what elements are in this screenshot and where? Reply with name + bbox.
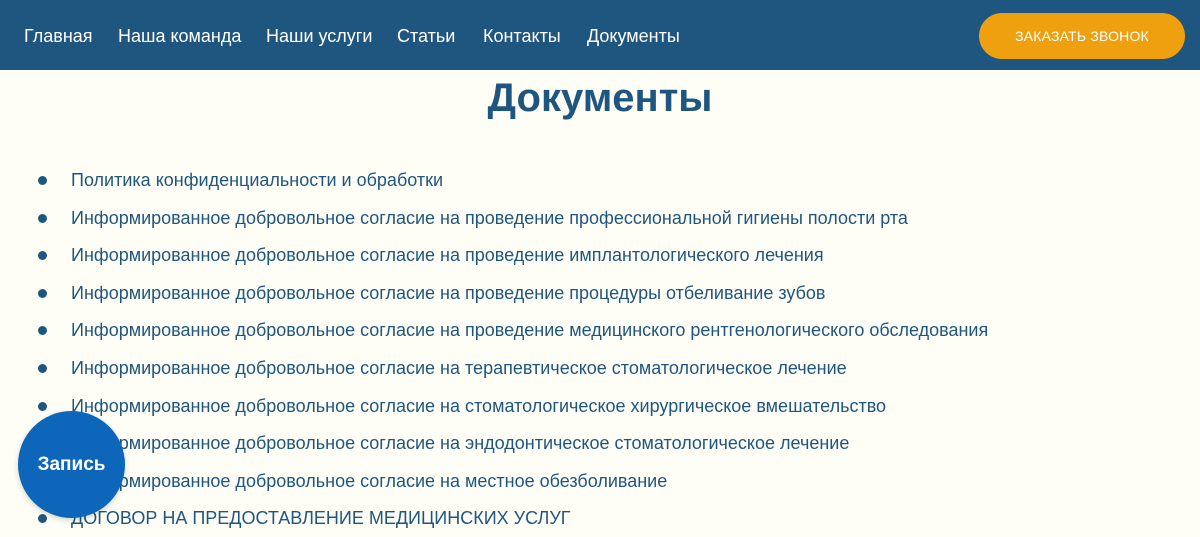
nav-articles[interactable]: Статьи [397,25,455,47]
document-link-surgery-consent[interactable]: Информированное добровольное согласие на… [71,395,886,417]
bullet-dot [38,326,47,336]
document-link-anesthesia-consent[interactable]: Информированное добровольное согласие на… [71,470,667,492]
document-link-implant-consent[interactable]: Информированное добровольное согласие на… [71,244,824,266]
document-link-endodontic-consent[interactable]: Информированное добровольное согласие на… [71,432,849,454]
order-call-button[interactable]: ЗАКАЗАТЬ ЗВОНОК [979,13,1185,59]
nav-team[interactable]: Наша команда [118,25,241,47]
record-appointment-button[interactable]: Запись [18,411,125,518]
document-link-hygiene-consent[interactable]: Информированное добровольное согласие на… [71,207,908,229]
bullet-dot [38,514,47,524]
bullet-dot [38,288,47,298]
top-navbar: Главная Наша команда Наши услуги Статьи … [0,0,1200,70]
nav-services[interactable]: Наши услуги [266,25,372,47]
nav-contacts[interactable]: Контакты [483,25,561,47]
bullet-dot [38,251,47,261]
bullet-dot [38,176,47,185]
document-link-privacy-policy[interactable]: Политика конфиденциальности и обработки [71,169,443,191]
bullet-dot [38,213,47,223]
nav-home[interactable]: Главная [24,25,93,47]
document-link-therapy-consent[interactable]: Информированное добровольное согласие на… [71,357,847,379]
document-link-service-contract[interactable]: ДОГОВОР НА ПРЕДОСТАВЛЕНИЕ МЕДИЦИНСКИХ УС… [71,507,571,529]
document-link-whitening-consent[interactable]: Информированное добровольное согласие на… [71,282,825,304]
page-title: Документы [487,76,713,120]
document-link-xray-consent[interactable]: Информированное добровольное согласие на… [71,319,988,341]
bullet-dot [38,401,47,411]
bullet-dot [38,363,47,373]
nav-documents[interactable]: Документы [587,25,680,47]
